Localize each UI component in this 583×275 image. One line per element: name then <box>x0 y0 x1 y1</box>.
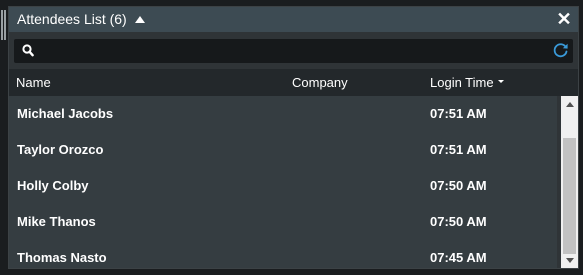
attendee-list[interactable]: Michael Jacobs 07:51 AM Taylor Orozco 07… <box>9 96 557 268</box>
vertical-scrollbar[interactable] <box>561 96 578 268</box>
scroll-down-arrow-icon[interactable] <box>561 254 578 268</box>
attendees-panel: Attendees List (6) ✕ Name Company Login … <box>8 6 579 269</box>
close-icon[interactable]: ✕ <box>556 10 572 28</box>
title-bar: Attendees List (6) ✕ <box>9 7 578 32</box>
attendee-login-time: 07:51 AM <box>430 106 487 121</box>
attendee-name: Michael Jacobs <box>17 106 114 121</box>
search-icon <box>22 44 34 57</box>
caret-up-icon <box>134 15 145 23</box>
search-input[interactable] <box>38 39 538 63</box>
search-field <box>14 39 573 63</box>
panel-title: Attendees List (6) <box>17 11 127 27</box>
table-row[interactable]: Michael Jacobs 07:51 AM <box>9 96 557 132</box>
attendee-name: Mike Thanos <box>17 214 96 229</box>
scroll-up-arrow-icon[interactable] <box>561 98 578 112</box>
panel-title-toggle[interactable]: Attendees List (6) <box>17 11 145 27</box>
table-row[interactable]: Holly Colby 07:50 AM <box>9 168 557 204</box>
column-header-login-time-label: Login Time <box>430 75 494 90</box>
column-header-login-time[interactable]: Login Time <box>430 75 504 90</box>
sort-desc-icon <box>497 79 504 83</box>
refresh-icon[interactable] <box>552 42 569 59</box>
table-row[interactable]: Thomas Nasto 07:45 AM <box>9 240 557 268</box>
attendee-name: Holly Colby <box>17 178 89 193</box>
grip-line <box>4 10 6 40</box>
table-header: Name Company Login Time <box>9 69 578 96</box>
attendee-login-time: 07:50 AM <box>430 178 487 193</box>
column-header-name[interactable]: Name <box>16 75 51 90</box>
attendee-name: Taylor Orozco <box>17 142 104 157</box>
attendee-login-time: 07:50 AM <box>430 214 487 229</box>
attendee-name: Thomas Nasto <box>17 250 107 265</box>
table-row[interactable]: Taylor Orozco 07:51 AM <box>9 132 557 168</box>
table-row[interactable]: Mike Thanos 07:50 AM <box>9 204 557 240</box>
attendee-login-time: 07:51 AM <box>430 142 487 157</box>
search-bar <box>9 32 578 69</box>
resize-grip[interactable] <box>0 10 6 40</box>
attendee-login-time: 07:45 AM <box>430 250 487 265</box>
scrollbar-thumb[interactable] <box>563 138 576 254</box>
grip-line <box>1 10 3 40</box>
column-header-company[interactable]: Company <box>292 75 348 90</box>
